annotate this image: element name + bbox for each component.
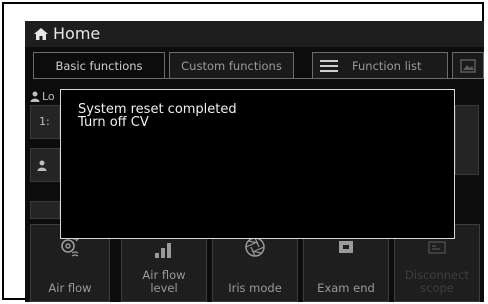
background-value: 1: (39, 115, 50, 128)
background-panel: 1: (30, 105, 60, 139)
image-icon (460, 58, 476, 73)
background-label: Lo (42, 90, 55, 103)
user-icon (37, 160, 47, 171)
tab-basic-functions[interactable]: Basic functions (33, 52, 165, 78)
dialog-message: System reset completed Turn off CV (78, 103, 237, 129)
dialog-line-2: Turn off CV (78, 115, 149, 130)
tab-label: Function list (352, 58, 422, 73)
tab-function-list[interactable]: Function list (312, 52, 448, 78)
tab-extra[interactable] (452, 52, 484, 78)
tab-divider (33, 78, 484, 79)
tab-label: Custom functions (181, 58, 282, 73)
air-flow-level-label: Air flow level (142, 268, 186, 295)
exam-end-label: Exam end (317, 281, 375, 295)
background-panel-3 (30, 201, 60, 219)
disconnect-scope-label: Disconnect scope (405, 268, 469, 295)
user-icon (30, 91, 40, 102)
iris-mode-label: Iris mode (228, 281, 282, 295)
background-panel-2 (30, 148, 60, 182)
header-bar: Home (25, 21, 484, 47)
background-panel-right (455, 105, 479, 175)
home-icon[interactable] (33, 27, 49, 41)
air-flow-label: Air flow (48, 281, 92, 295)
screen: Home Basic functions Custom functions Fu… (25, 21, 484, 302)
tab-custom-functions[interactable]: Custom functions (169, 52, 294, 78)
page-title: Home (53, 24, 101, 43)
status-dialog: System reset completed Turn off CV (60, 89, 455, 239)
menu-icon (320, 59, 338, 72)
device-frame: Home Basic functions Custom functions Fu… (2, 2, 484, 302)
tab-label: Basic functions (55, 58, 143, 73)
